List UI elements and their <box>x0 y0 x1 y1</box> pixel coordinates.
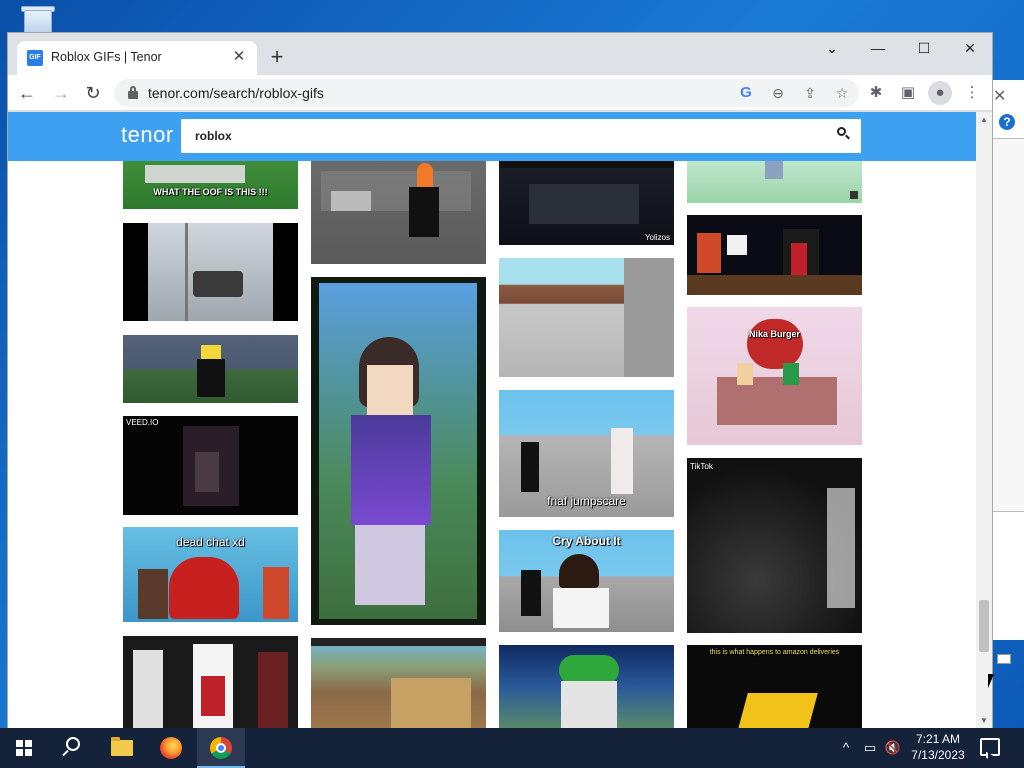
google-lens-icon[interactable]: G <box>736 83 756 103</box>
url-text[interactable]: tenor.com/search/roblox-gifs <box>148 85 324 101</box>
reload-icon[interactable]: ↻ <box>80 80 106 106</box>
chrome-button[interactable] <box>197 728 245 768</box>
gif-watermark: VEED.IO <box>126 418 159 427</box>
file-explorer-icon <box>111 737 133 756</box>
mouse-cursor-icon <box>988 674 994 688</box>
gif-yolizos[interactable]: Yolizos <box>499 168 674 245</box>
volume-muted-icon[interactable]: 🔇 <box>883 728 903 768</box>
extensions-puzzle-icon[interactable]: ✱ <box>864 81 888 105</box>
address-bar[interactable]: tenor.com/search/roblox-gifs G ⊖ ⇪ ☆ <box>114 79 859 107</box>
close-icon[interactable]: ✕ <box>993 86 1006 106</box>
gif-nika-burger[interactable]: Nika Burger <box>687 307 862 445</box>
firefox-button[interactable] <box>147 728 195 768</box>
gif-caption: this is what happens to amazon deliverie… <box>709 649 840 656</box>
notification-icon[interactable] <box>980 738 1000 756</box>
chrome-icon <box>210 737 232 759</box>
background-window-panel <box>993 138 1024 512</box>
tenor-favicon-icon: GIF <box>27 50 43 66</box>
minimize-button[interactable]: — <box>855 33 901 63</box>
firefox-icon <box>160 737 182 759</box>
gif-caption: fnaf jumpscare <box>547 494 626 508</box>
tab-search-dropdown-icon[interactable]: ⌄ <box>809 33 855 63</box>
zoom-out-icon[interactable]: ⊖ <box>768 83 788 103</box>
gif-cry-about-it[interactable]: Cry About It <box>499 530 674 632</box>
gif-green-hair[interactable] <box>499 645 674 729</box>
gif-caption: dead chat xd <box>176 535 245 549</box>
network-icon[interactable]: ▭ <box>860 728 880 768</box>
gif-watermark: Yolizos <box>644 233 670 242</box>
scroll-down-icon[interactable]: ▼ <box>976 715 992 727</box>
start-button[interactable] <box>0 728 48 768</box>
side-panel-icon[interactable]: ▣ <box>896 81 920 105</box>
forward-arrow-icon[interactable]: → <box>48 80 74 106</box>
gif-dead-chat[interactable]: dead chat xd <box>123 527 298 622</box>
file-explorer-button[interactable] <box>98 728 146 768</box>
windows-logo-icon <box>16 740 32 756</box>
gif-veed[interactable]: VEED.IO <box>123 416 298 515</box>
new-tab-button[interactable]: + <box>265 45 289 69</box>
tenor-search-input[interactable]: roblox <box>181 119 861 153</box>
search-query[interactable]: roblox <box>195 129 232 143</box>
gif-caption: Nika Burger <box>748 329 801 339</box>
gif-legs[interactable] <box>123 223 298 321</box>
gif-fire-head[interactable] <box>311 161 486 264</box>
tab-close-icon[interactable]: ✕ <box>229 47 249 67</box>
tray-chevron-icon[interactable]: ^ <box>836 728 856 768</box>
tab-strip: GIF Roblox GIFs | Tenor ✕ + ⌄ — ☐ ✕ <box>8 33 992 75</box>
clock[interactable]: 7:21 AM 7/13/2023 <box>906 731 970 763</box>
gif-empty-yard[interactable] <box>499 258 674 377</box>
back-arrow-icon[interactable]: ← <box>14 80 40 106</box>
page-scrollbar[interactable]: ▲ ▼ <box>976 112 992 729</box>
gif-watermark: TikTok <box>690 462 713 471</box>
chrome-window: GIF Roblox GIFs | Tenor ✕ + ⌄ — ☐ ✕ ← → … <box>7 32 993 729</box>
gif-cardboard[interactable] <box>311 638 486 729</box>
gif-partial-top[interactable] <box>499 161 674 168</box>
help-icon[interactable]: ? <box>999 114 1015 130</box>
page-viewport: tenor roblox WHAT THE OOF IS THIS !!! VE… <box>8 112 992 729</box>
close-window-button[interactable]: ✕ <box>947 33 993 63</box>
menu-kebab-icon[interactable]: ⋮ <box>960 81 984 105</box>
taskbar-search-button[interactable] <box>48 728 96 768</box>
scrollbar-thumb[interactable] <box>979 600 989 652</box>
search-icon <box>62 737 82 757</box>
gif-caption: Cry About It <box>552 534 621 548</box>
gif-amazon-deliveries[interactable]: this is what happens to amazon deliverie… <box>687 645 862 729</box>
gif-noob-dance[interactable] <box>123 335 298 403</box>
window-thumbnail-icon <box>997 654 1011 664</box>
gif-dancing-character[interactable] <box>311 277 486 625</box>
share-icon[interactable]: ⇪ <box>800 83 820 103</box>
search-icon[interactable] <box>837 127 851 141</box>
gif-characters-group[interactable] <box>123 636 298 729</box>
tab-roblox-gifs[interactable]: GIF Roblox GIFs | Tenor ✕ <box>17 41 257 75</box>
bookmark-star-icon[interactable]: ☆ <box>832 83 852 103</box>
gif-oof[interactable]: WHAT THE OOF IS THIS !!! <box>123 161 298 209</box>
browser-toolbar: ← → ↻ tenor.com/search/roblox-gifs G ⊖ ⇪… <box>8 75 992 111</box>
gif-classroom[interactable] <box>687 215 862 295</box>
gif-green-field[interactable] <box>687 161 862 203</box>
tenor-logo[interactable]: tenor <box>121 122 174 148</box>
clock-time: 7:21 AM <box>915 732 961 746</box>
gif-tiktok-dark[interactable]: TikTok <box>687 458 862 633</box>
clock-date: 7/13/2023 <box>911 748 965 762</box>
tab-title: Roblox GIFs | Tenor <box>51 50 162 64</box>
taskbar: ^ ▭ 🔇 7:21 AM 7/13/2023 <box>0 728 1024 768</box>
scroll-up-icon[interactable]: ▲ <box>976 114 992 126</box>
maximize-button[interactable]: ☐ <box>901 33 947 63</box>
gif-fnaf-jumpscare[interactable]: fnaf jumpscare <box>499 390 674 517</box>
lock-icon[interactable] <box>128 86 138 99</box>
tenor-header: tenor roblox <box>8 112 976 161</box>
gif-caption: WHAT THE OOF IS THIS !!! <box>153 187 268 197</box>
profile-avatar-icon[interactable]: ● <box>928 81 952 105</box>
background-window: ✕ ? <box>992 80 1024 664</box>
